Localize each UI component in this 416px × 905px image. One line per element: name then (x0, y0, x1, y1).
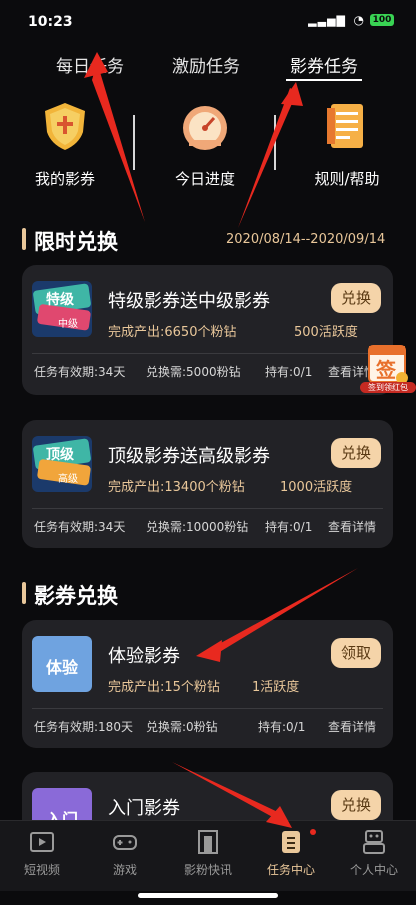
claim-button[interactable]: 领取 (331, 638, 381, 668)
shortcut-today-progress[interactable]: 今日进度 (145, 100, 265, 189)
gamepad-icon (112, 829, 138, 855)
speedometer-icon (179, 100, 231, 152)
exchange-card[interactable]: 体验 体验影券 完成产出:15个粉钻 1活跃度 领取 任务有效期:180天 兑换… (22, 620, 393, 748)
signin-label: 签到领红包 (360, 382, 416, 393)
home-indicator (138, 893, 278, 898)
card-hold: 持有:0/1 (265, 365, 313, 379)
divider (32, 353, 383, 354)
ticket-thumbnail: 特级 中级 (32, 281, 92, 337)
shortcut-label: 今日进度 (174, 170, 235, 188)
card-output: 完成产出:13400个粉钻 (108, 480, 245, 495)
tab-active-underline (286, 79, 362, 81)
card-activity: 500活跃度 (294, 325, 358, 340)
nav-fan-news[interactable]: 影粉快讯 (168, 829, 248, 878)
exchange-card[interactable]: 顶级 高级 顶级影券送高级影券 完成产出:13400个粉钻 1000活跃度 兑换… (22, 420, 393, 548)
view-details-link[interactable]: 查看详情 (328, 718, 376, 735)
date-range: 2020/08/14--2020/09/14 (226, 232, 386, 247)
card-validity: 任务有效期:34天 (34, 520, 126, 534)
shortcut-label: 规则/帮助 (314, 170, 380, 188)
signal-icon: ▂▃▅▇ (308, 14, 346, 27)
card-title: 体验影券 (108, 646, 180, 667)
battery-icon: 100 (370, 14, 394, 26)
card-hold: 持有:0/1 (265, 520, 313, 534)
exchange-button[interactable]: 兑换 (331, 790, 381, 820)
shield-icon (39, 100, 91, 152)
card-hold: 持有:0/1 (258, 720, 306, 734)
exchange-button[interactable]: 兑换 (331, 283, 381, 313)
tab-incentive-tasks[interactable]: 激励任务 (166, 52, 246, 77)
card-cost: 兑换需:0粉钻 (146, 720, 218, 734)
card-cost: 兑换需:10000粉钻 (146, 520, 249, 534)
ticket-thumbnail: 入门 (32, 788, 92, 820)
divider (32, 508, 383, 509)
nav-personal-center[interactable]: 个人中心 (334, 829, 414, 878)
nav-short-video[interactable]: 短视频 (2, 829, 82, 878)
card-title: 顶级影券送高级影券 (108, 446, 270, 467)
tab-daily-tasks[interactable]: 每日任务 (50, 52, 130, 77)
shortcut-my-tickets[interactable]: 我的影券 (5, 100, 125, 189)
ticket-thumbnail: 体验 (32, 636, 92, 692)
signin-redpacket-badge[interactable]: 签 签到领红包 (360, 342, 416, 394)
ticket-thumbnail: 顶级 高级 (32, 436, 92, 492)
card-activity: 1000活跃度 (280, 480, 353, 495)
card-output: 完成产出:15个粉钻 (108, 680, 220, 695)
task-icon (278, 829, 304, 855)
film-icon (29, 829, 55, 855)
tab-ticket-tasks[interactable]: 影券任务 (284, 52, 364, 77)
nav-games[interactable]: 游戏 (85, 829, 165, 878)
door-icon (195, 829, 221, 855)
view-details-link[interactable]: 查看详情 (328, 518, 376, 535)
divider (32, 708, 383, 709)
card-title: 入门影券 (108, 798, 180, 819)
nav-task-center[interactable]: 任务中心 (251, 829, 331, 878)
document-icon (321, 100, 373, 152)
card-cost: 兑换需:5000粉钻 (146, 365, 241, 379)
shortcut-label: 我的影券 (34, 170, 95, 188)
signin-glyph: 签 (376, 358, 396, 382)
status-time: 10:23 (28, 14, 73, 30)
wifi-icon: ◔ (353, 13, 364, 27)
exchange-card[interactable]: 入门 入门影券 兑换 (22, 772, 393, 820)
card-output: 完成产出:6650个粉钻 (108, 325, 237, 340)
divider (274, 115, 276, 170)
section-title-limited: 限时兑换 (34, 230, 118, 254)
shortcut-rules-help[interactable]: 规则/帮助 (287, 100, 407, 189)
card-activity: 1活跃度 (252, 680, 300, 695)
section-marker (22, 582, 26, 604)
section-marker (22, 228, 26, 250)
card-validity: 任务有效期:34天 (34, 365, 126, 379)
robot-icon (361, 829, 387, 855)
status-bar: 10:23 ▂▃▅▇ ◔ 100 (0, 0, 416, 40)
card-title: 特级影券送中级影券 (108, 291, 270, 312)
bottom-nav: 短视频 游戏 影粉快讯 任务中心 个人中心 (0, 820, 416, 891)
exchange-button[interactable]: 兑换 (331, 438, 381, 468)
section-title-exchange: 影券兑换 (34, 584, 118, 608)
notification-dot (310, 829, 316, 835)
card-validity: 任务有效期:180天 (34, 720, 133, 734)
divider (133, 115, 135, 170)
exchange-card[interactable]: 特级 中级 特级影券送中级影券 完成产出:6650个粉钻 500活跃度 兑换 任… (22, 265, 393, 395)
